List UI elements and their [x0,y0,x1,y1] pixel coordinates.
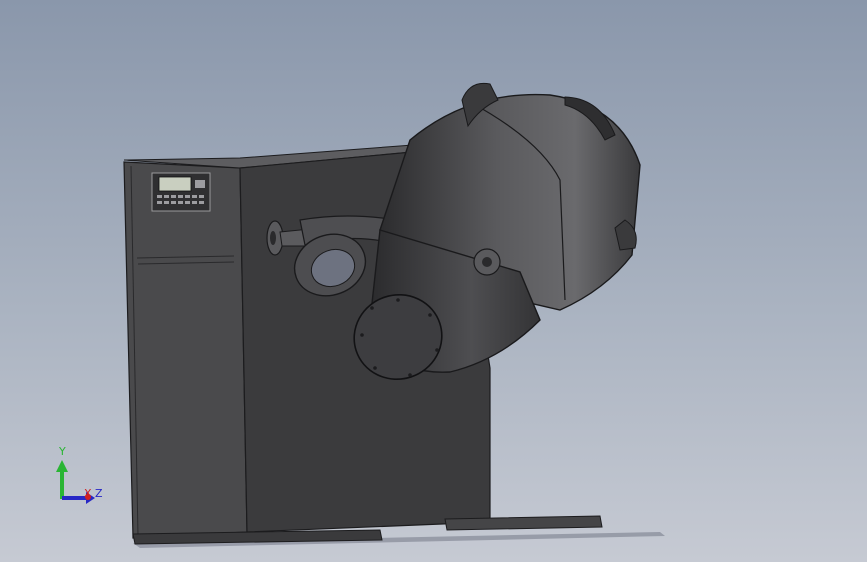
pivot-joint-hub [482,257,492,267]
mixer-model: Y X Z [56,82,665,548]
control-panel [151,172,211,212]
triad-y-arrow [56,460,68,472]
lcd-display-icon [158,176,192,192]
triad-y-label: Y [58,445,66,458]
coordinate-triad: Y X Z [56,445,103,504]
cabinet-side-face [123,161,248,539]
left-flange-hub [270,231,276,245]
base-plate-right [444,515,603,531]
triad-z-label: Z [95,487,103,500]
cad-viewport[interactable]: Y X Z [0,0,867,562]
triad-x-label: X [84,487,92,500]
